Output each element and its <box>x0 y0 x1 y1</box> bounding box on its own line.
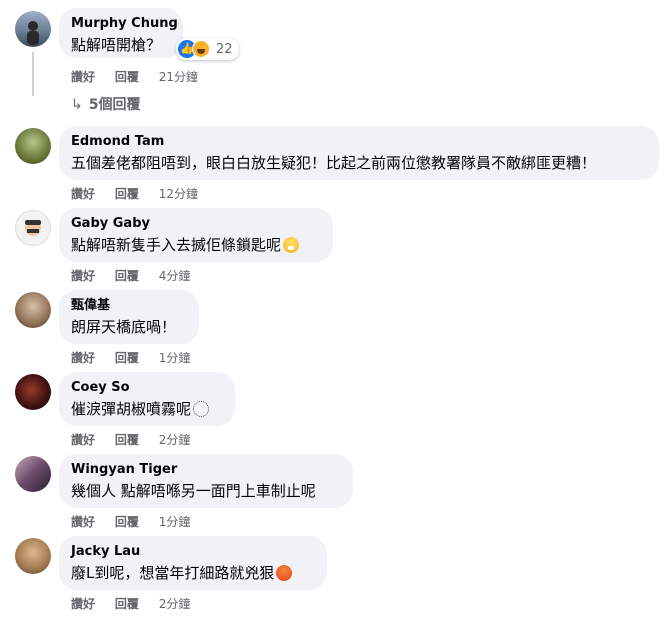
comment-timestamp[interactable]: 1分鐘 <box>159 515 191 529</box>
comment-actions: 讚好 回覆 2分鐘 <box>71 595 206 612</box>
reply-button[interactable]: 回覆 <box>115 515 139 529</box>
comment-bubble: Gaby Gaby 點解唔新隻手入去搣佢條鎖匙呢 <box>59 208 333 262</box>
comment-timestamp[interactable]: 2分鐘 <box>159 433 191 447</box>
reply-arrow-icon: ↳ <box>71 97 83 113</box>
reaction-summary[interactable]: 👍 22 <box>176 38 239 60</box>
comment-bubble: Edmond Tam 五個差佬都阻唔到，眼白白放生疑犯！比起之前兩位懲教署隊員不… <box>59 126 659 180</box>
replies-count-label: 5個回覆 <box>88 97 141 113</box>
comment-text-content: 催淚彈胡椒噴霧呢 <box>71 400 192 418</box>
like-button[interactable]: 讚好 <box>71 269 95 283</box>
comment-timestamp[interactable]: 2分鐘 <box>159 597 191 611</box>
reaction-count: 22 <box>216 41 233 57</box>
like-button[interactable]: 讚好 <box>71 597 95 611</box>
comment-actions: 讚好 回覆 12分鐘 <box>71 185 214 202</box>
like-button[interactable]: 讚好 <box>71 515 95 529</box>
comment-bubble: Wingyan Tiger 幾個人 點解唔喺另一面門上車制止呢 <box>59 454 353 508</box>
avatar[interactable] <box>15 374 51 410</box>
comment-timestamp[interactable]: 4分鐘 <box>159 269 191 283</box>
view-replies-link[interactable]: ↳ 5個回覆 <box>71 94 140 114</box>
comment-author[interactable]: Wingyan Tiger <box>71 462 341 478</box>
avatar[interactable] <box>15 128 51 164</box>
comment-author[interactable]: Coey So <box>71 380 223 396</box>
like-button[interactable]: 讚好 <box>71 70 95 84</box>
comment-actions: 讚好 回覆 21分鐘 <box>71 68 214 85</box>
comment-text: 廢L到呢，想當年打細路就兇狠 <box>71 563 315 583</box>
comment-text: 五個差佬都阻唔到，眼白白放生疑犯！比起之前兩位懲教署隊員不敵綁匪更糟！ <box>71 154 597 172</box>
haha-reaction-icon <box>192 40 210 58</box>
avatar-cartoon-icon <box>25 220 41 236</box>
comment-text-content: 廢L到呢，想當年打細路就兇狠 <box>71 564 275 582</box>
comment-timestamp[interactable]: 1分鐘 <box>159 351 191 365</box>
angry-icon <box>276 565 293 581</box>
thread-line <box>32 52 34 96</box>
comment-text: 點解唔開槍？ <box>71 36 162 54</box>
comment-text: 點解唔新隻手入去搣佢條鎖匙呢 <box>71 235 321 255</box>
avatar[interactable] <box>15 292 51 328</box>
comment-author[interactable]: Murphy Chung <box>71 16 178 32</box>
comment-author[interactable]: Edmond Tam <box>71 134 647 150</box>
avatar-silhouette-icon <box>27 21 39 45</box>
reply-button[interactable]: 回覆 <box>115 187 139 201</box>
avatar[interactable] <box>15 210 51 246</box>
comment-actions: 讚好 回覆 1分鐘 <box>71 349 206 366</box>
avatar[interactable] <box>15 11 51 47</box>
blank-emoji-icon <box>193 401 210 417</box>
comment-text: 幾個人 點解唔喺另一面門上車制止呢 <box>71 482 316 500</box>
comment-bubble: Murphy Chung 點解唔開槍？ <box>59 8 183 58</box>
like-button[interactable]: 讚好 <box>71 351 95 365</box>
reply-button[interactable]: 回覆 <box>115 433 139 447</box>
comment-author[interactable]: Gaby Gaby <box>71 216 321 232</box>
reply-button[interactable]: 回覆 <box>115 597 139 611</box>
comment-text: 催淚彈胡椒噴霧呢 <box>71 399 223 419</box>
comment-text-content: 點解唔新隻手入去搣佢條鎖匙呢 <box>71 236 282 254</box>
avatar[interactable] <box>15 538 51 574</box>
avatar[interactable] <box>15 456 51 492</box>
comment-text: 朗屏天橋底喎！ <box>71 318 177 336</box>
like-button[interactable]: 讚好 <box>71 433 95 447</box>
reply-button[interactable]: 回覆 <box>115 70 139 84</box>
like-button[interactable]: 讚好 <box>71 187 95 201</box>
reply-button[interactable]: 回覆 <box>115 269 139 283</box>
reply-button[interactable]: 回覆 <box>115 351 139 365</box>
comment-bubble: 甄偉基 朗屏天橋底喎！ <box>59 290 199 344</box>
comment-timestamp[interactable]: 12分鐘 <box>159 187 198 201</box>
fear-icon <box>283 237 300 253</box>
comment-bubble: Coey So 催淚彈胡椒噴霧呢 <box>59 372 235 426</box>
comment-author[interactable]: Jacky Lau <box>71 544 315 560</box>
comment-actions: 讚好 回覆 1分鐘 <box>71 513 206 530</box>
comment-bubble: Jacky Lau 廢L到呢，想當年打細路就兇狠 <box>59 536 327 590</box>
comment-author[interactable]: 甄偉基 <box>71 298 187 314</box>
comment-actions: 讚好 回覆 2分鐘 <box>71 431 206 448</box>
comment-actions: 讚好 回覆 4分鐘 <box>71 267 206 284</box>
comment-timestamp[interactable]: 21分鐘 <box>159 70 198 84</box>
